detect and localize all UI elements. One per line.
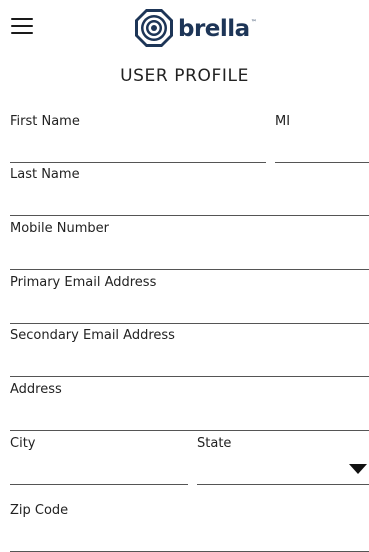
dropdown-caret-icon	[349, 464, 367, 474]
city-field: City	[10, 436, 188, 485]
mobile-number-label: Mobile Number	[10, 221, 109, 236]
logo-wordmark: brella	[178, 15, 250, 42]
primary-email-label: Primary Email Address	[10, 275, 157, 290]
logo-trademark: ™	[250, 19, 257, 26]
first-name-input[interactable]	[10, 140, 266, 163]
address-input[interactable]	[10, 408, 369, 431]
secondary-email-input[interactable]	[10, 354, 369, 377]
state-select[interactable]	[197, 462, 369, 485]
state-label: State	[197, 436, 232, 451]
city-input[interactable]	[10, 462, 188, 485]
last-name-input[interactable]	[10, 193, 369, 216]
mobile-number-field: Mobile Number	[10, 221, 369, 270]
primary-email-input[interactable]	[10, 301, 369, 324]
page-title: USER PROFILE	[120, 66, 249, 86]
zip-code-field: Zip Code	[10, 503, 369, 552]
secondary-email-label: Secondary Email Address	[10, 328, 175, 343]
middle-initial-input[interactable]	[275, 140, 369, 163]
first-name-label: First Name	[10, 114, 80, 129]
middle-initial-label: MI	[275, 114, 291, 129]
first-name-field: First Name	[10, 114, 266, 163]
brella-logo: brella ™	[133, 7, 257, 49]
brella-logo-mark-icon	[135, 9, 173, 47]
address-field: Address	[10, 382, 369, 431]
zip-code-label: Zip Code	[10, 503, 69, 518]
last-name-label: Last Name	[10, 167, 80, 182]
state-field: State	[197, 436, 369, 485]
zip-code-input[interactable]	[10, 529, 369, 552]
hamburger-menu-icon[interactable]	[11, 17, 33, 35]
middle-initial-field: MI	[275, 114, 369, 163]
last-name-field: Last Name	[10, 167, 369, 216]
address-label: Address	[10, 382, 62, 397]
city-label: City	[10, 436, 36, 451]
app-header: brella ™	[0, 0, 369, 56]
primary-email-field: Primary Email Address	[10, 275, 369, 324]
mobile-number-input[interactable]	[10, 247, 369, 270]
secondary-email-field: Secondary Email Address	[10, 328, 369, 377]
